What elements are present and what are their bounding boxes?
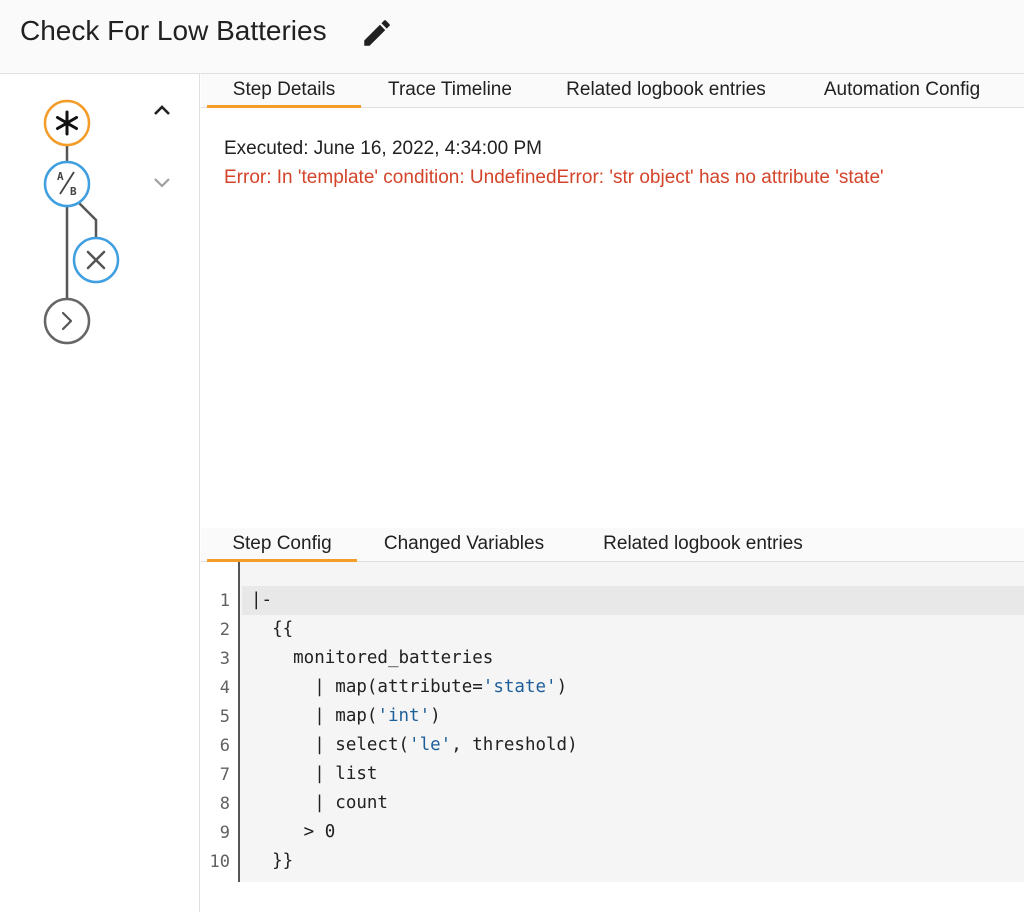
code-token: ) [556,677,568,697]
line-number: 7 [219,765,230,785]
code-line: > 0 [251,818,336,847]
action-node[interactable] [43,297,91,345]
tab-changed-variables[interactable]: Changed Variables [369,528,559,562]
line-number: 9 [219,823,230,843]
code-token: | map(attribute= [251,677,483,697]
code-token: }} [251,851,294,871]
code-line: |- [251,586,272,615]
trigger-node[interactable] [43,99,91,147]
code-token: monitored_batteries [251,648,494,668]
code-token: |- [251,590,273,610]
code-string-token: 'state' [482,677,557,697]
code-line: {{ [251,615,293,644]
step-details: Executed: June 16, 2022, 4:34:00 PM Erro… [224,134,884,192]
code-token: | list [251,764,378,784]
code-string-token: 'int' [377,706,431,726]
stop-node[interactable] [72,236,120,284]
active-line-highlight [242,586,1024,615]
code-token: ) [430,706,441,726]
line-number-gutter: 1 2 3 4 5 6 7 8 9 10 [201,562,240,882]
page-title: Check For Low Batteries [20,15,327,46]
header: Check For Low Batteries [0,0,1024,74]
error-message: Error: In 'template' condition: Undefine… [224,167,884,188]
line-number: 8 [219,794,230,814]
code-line: }} [251,847,293,876]
edit-button[interactable] [360,16,394,50]
glyph-a: A [57,170,64,183]
code-line: monitored_batteries [251,644,493,673]
step-config-tabs: Step Config Changed Variables Related lo… [201,528,1024,562]
code-token: , threshold) [451,735,578,755]
chevron-down-icon[interactable] [150,170,174,194]
detail-tabs: Step Details Trace Timeline Related logb… [201,74,1024,108]
pencil-icon [364,20,390,46]
code-line: | map('int') [251,702,441,731]
code-token: {{ [251,619,294,639]
tab-step-config[interactable]: Step Config [207,528,357,562]
condition-node[interactable]: A B [43,160,91,208]
code-string-token: 'le' [409,735,452,755]
glyph-b: B [70,185,77,198]
tab-automation-config[interactable]: Automation Config [803,74,1001,108]
code-editor[interactable]: 1 2 3 4 5 6 7 8 9 10 |- {{ monitored_batteries | … [201,562,1024,882]
code-line: | list [251,760,377,789]
executed-timestamp: Executed: June 16, 2022, 4:34:00 PM [224,138,542,159]
code-token: > 0 [251,822,336,842]
code-token: | select( [251,735,410,755]
tab-related-logbook[interactable]: Related logbook entries [546,74,786,108]
chevron-up-icon[interactable] [150,98,174,122]
line-number: 6 [219,736,230,756]
line-number: 2 [219,620,230,640]
code-line: | count [251,789,388,818]
code-line: | map(attribute='state') [251,673,567,702]
line-number: 3 [219,649,230,669]
code-token: | count [251,793,388,813]
line-number: 5 [219,707,230,727]
tab-step-details[interactable]: Step Details [207,74,361,108]
tab-trace-timeline[interactable]: Trace Timeline [371,74,529,108]
code-token: | map( [251,706,378,726]
trace-graph-panel: A B [0,74,200,912]
line-number: 10 [209,852,230,872]
tab-related-logbook-entries[interactable]: Related logbook entries [583,528,823,562]
code-line: | select('le', threshold) [251,731,578,760]
line-number: 1 [219,591,230,611]
line-number: 4 [219,678,230,698]
